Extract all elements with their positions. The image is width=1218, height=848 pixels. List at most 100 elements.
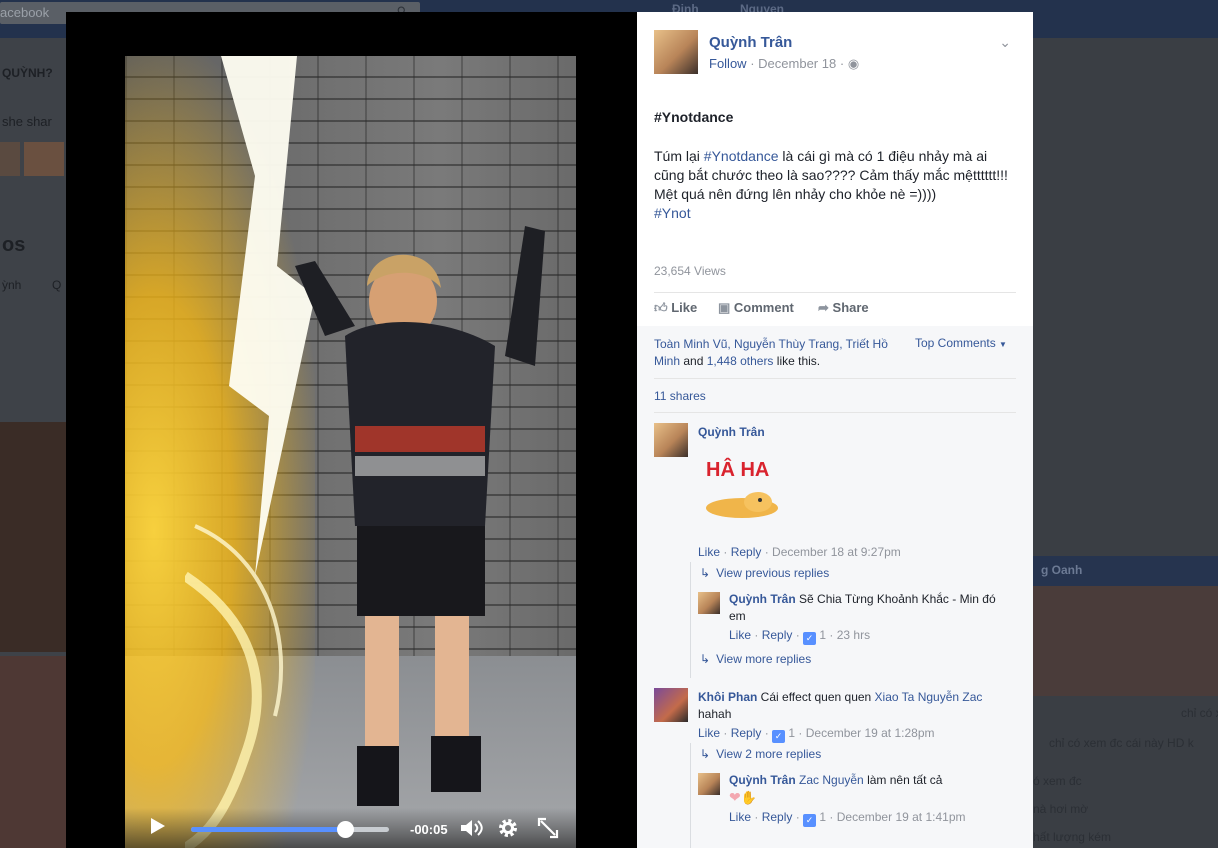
reply-like-link[interactable]: Like: [729, 628, 751, 642]
gear-icon[interactable]: [497, 817, 519, 839]
like-count-icon: ✓: [803, 632, 817, 645]
reply-reply-link[interactable]: Reply: [762, 628, 793, 642]
background-chat-image: [1033, 586, 1218, 696]
volume-icon[interactable]: [459, 818, 485, 838]
background-thumb: [0, 142, 20, 176]
post-actions: 👍︎ Like ▣ Comment ➦ Share: [654, 300, 1016, 320]
thread-line: [690, 562, 691, 678]
globe-icon: ◉: [847, 56, 860, 71]
comment-meta: Like · Reply · December 18 at 9:27pm: [698, 545, 901, 559]
comment-like-link[interactable]: Like: [698, 726, 720, 740]
background-left-text: she shar: [2, 114, 52, 129]
share-icon: ➦: [818, 300, 829, 315]
share-label: Share: [832, 300, 869, 315]
view-more-label: View more replies: [716, 652, 812, 666]
view-more-replies[interactable]: ↳ View 2 more replies: [700, 747, 821, 761]
reply-body: Quỳnh Trân Sẽ Chia Từng Khoảnh Khắc - Mi…: [729, 591, 999, 625]
like-count-icon: ✓: [803, 814, 817, 827]
shares-link[interactable]: 11 shares: [654, 389, 706, 403]
reply-like-count[interactable]: 1: [819, 810, 826, 824]
background-photo: [0, 422, 66, 652]
background-chat-text: hất lượng kém: [1033, 830, 1111, 844]
avatar[interactable]: [698, 773, 720, 795]
comment-author[interactable]: Quỳnh Trân: [698, 425, 765, 439]
chevron-down-icon[interactable]: ⌄: [999, 34, 1011, 51]
background-chat-bar: g Oanh: [1033, 556, 1218, 586]
reply-like-link[interactable]: Like: [729, 810, 751, 824]
like-count-icon: ✓: [772, 730, 786, 743]
post-date[interactable]: December 18: [758, 56, 836, 71]
background-chat-text: chỉ có xem đc cái này HD k: [1049, 736, 1194, 750]
avatar[interactable]: [654, 30, 698, 74]
hashtag-link[interactable]: #Ynot: [654, 205, 691, 221]
dancer-figure: [295, 226, 545, 806]
progress-fill: [191, 827, 346, 832]
reaction-text: like this.: [773, 354, 821, 368]
comment-like-link[interactable]: Like: [698, 545, 720, 559]
play-icon[interactable]: [151, 818, 165, 834]
view-more-replies[interactable]: ↳ View more replies: [700, 652, 811, 666]
comment-reply-link[interactable]: Reply: [731, 545, 762, 559]
comment-label: Comment: [733, 300, 794, 315]
post-title[interactable]: #Ynotdance: [654, 109, 733, 125]
comment-author[interactable]: Khôi Phan: [698, 690, 757, 704]
reply-time[interactable]: December 19 at 1:41pm: [837, 810, 966, 824]
mention-link[interactable]: Xiao Ta Nguyễn Zac: [875, 690, 983, 704]
reply-arrow-icon: ↳: [700, 652, 711, 666]
video-theater: -00:05: [66, 12, 637, 848]
mention-link[interactable]: Zac Nguyễn: [799, 773, 864, 787]
background-chat-text: ó xem đc: [1033, 774, 1082, 788]
divider: [654, 378, 1016, 379]
comment-reply-link[interactable]: Reply: [731, 726, 762, 740]
like-button[interactable]: 👍︎ Like: [654, 300, 697, 316]
reply-text: làm nên tất cả: [863, 773, 943, 787]
view-previous-replies[interactable]: ↳ View previous replies: [700, 566, 829, 580]
background-chat-text: nà hơi mờ: [1033, 802, 1089, 816]
avatar[interactable]: [654, 423, 688, 457]
comment-meta: Like · Reply · ✓ 1 · December 19 at 1:28…: [698, 726, 935, 743]
comment-time[interactable]: December 18 at 9:27pm: [772, 545, 901, 559]
author-name[interactable]: Quỳnh Trân: [709, 34, 792, 51]
progress-bar[interactable]: [191, 821, 389, 838]
post-meta: Follow · December 18 · ◉: [709, 56, 859, 72]
divider: [654, 292, 1016, 293]
hashtag-link[interactable]: #Ynotdance: [704, 148, 779, 164]
meta-separator: ·: [839, 56, 845, 71]
comment-like-count[interactable]: 1: [788, 726, 795, 740]
background-photo: [0, 656, 66, 848]
comment-text: hahah: [698, 707, 732, 721]
thread-line: [690, 743, 691, 848]
fullscreen-icon[interactable]: [537, 817, 559, 839]
reply-author[interactable]: Quỳnh Trân: [729, 592, 796, 606]
reply-reply-link[interactable]: Reply: [762, 810, 793, 824]
background-left-text: Q: [52, 278, 62, 292]
video-player[interactable]: -00:05: [125, 56, 576, 848]
share-button[interactable]: ➦ Share: [818, 300, 869, 316]
reaction-summary: Toàn Minh Vũ, Nguyễn Thùy Trang, Triết H…: [654, 336, 904, 370]
view-previous-label: View previous replies: [716, 566, 830, 580]
reply-arrow-icon: ↳: [700, 747, 711, 761]
follow-link[interactable]: Follow: [709, 56, 747, 71]
background-left-text: QUỲNH?: [2, 66, 53, 80]
avatar[interactable]: [654, 688, 688, 722]
reply-like-count[interactable]: 1: [819, 628, 826, 642]
time-remaining: -00:05: [410, 822, 448, 837]
video-controls: -00:05: [125, 808, 576, 848]
top-comments-dropdown[interactable]: Top Comments ▼: [915, 336, 1007, 350]
avatar[interactable]: [698, 592, 720, 614]
caret-down-icon: ▼: [999, 340, 1007, 349]
progress-knob[interactable]: [337, 821, 355, 838]
background-left-column: QUỲNH? she shar os ỳnh Q: [0, 38, 66, 848]
reaction-others-link[interactable]: 1,448 others: [707, 354, 774, 368]
comment-time[interactable]: December 19 at 1:28pm: [806, 726, 935, 740]
background-thumb: [24, 142, 64, 176]
reply-arrow-icon: ↳: [700, 566, 711, 580]
background-left-text: os: [2, 234, 26, 256]
reply-author[interactable]: Quỳnh Trân: [729, 773, 796, 787]
heart-emoji-icon: ❤: [729, 789, 741, 805]
meta-separator: ·: [750, 56, 755, 71]
reply-meta: Like · Reply · ✓ 1 · December 19 at 1:41…: [729, 810, 966, 827]
view-more-label: View 2 more replies: [716, 747, 822, 761]
reply-time[interactable]: 23 hrs: [837, 628, 870, 642]
comment-button[interactable]: ▣ Comment: [718, 300, 794, 316]
